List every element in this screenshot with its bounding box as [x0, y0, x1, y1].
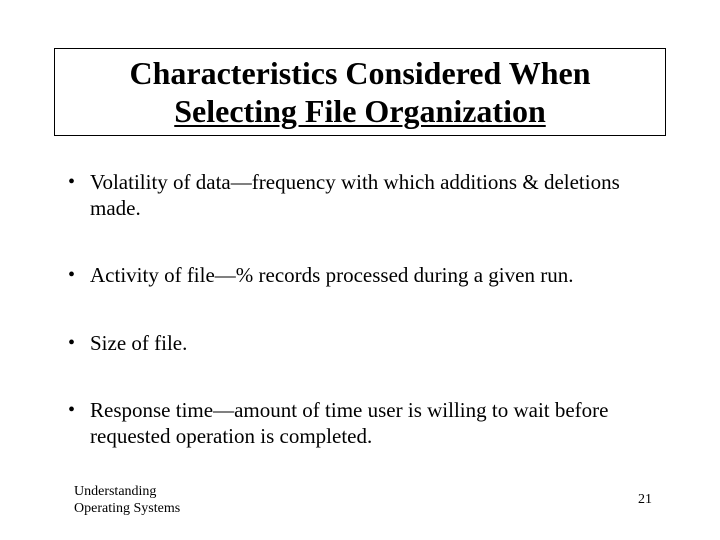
- page-number: 21: [638, 492, 652, 508]
- list-item: Activity of file—% records processed dur…: [64, 263, 664, 289]
- slide: Characteristics Considered When Selectin…: [0, 0, 720, 540]
- list-item: Volatility of data—frequency with which …: [64, 170, 664, 221]
- footer-source-line2: Operating Systems: [74, 501, 180, 516]
- slide-title: Characteristics Considered When Selectin…: [65, 55, 655, 131]
- bullet-text: Size of file.: [90, 331, 187, 355]
- bullet-list: Volatility of data—frequency with which …: [64, 170, 664, 492]
- bullet-text: Activity of file—% records processed dur…: [90, 263, 573, 287]
- list-item: Response time—amount of time user is wil…: [64, 398, 664, 449]
- slide-title-box: Characteristics Considered When Selectin…: [54, 48, 666, 136]
- list-item: Size of file.: [64, 331, 664, 357]
- footer-source: Understanding Operating Systems: [74, 484, 180, 518]
- slide-title-line2: Selecting File Organization: [174, 93, 546, 129]
- bullet-text: Volatility of data—frequency with which …: [90, 170, 620, 220]
- slide-title-line1: Characteristics Considered When: [129, 55, 590, 91]
- bullet-text: Response time—amount of time user is wil…: [90, 398, 609, 448]
- footer-source-line1: Understanding: [74, 484, 156, 499]
